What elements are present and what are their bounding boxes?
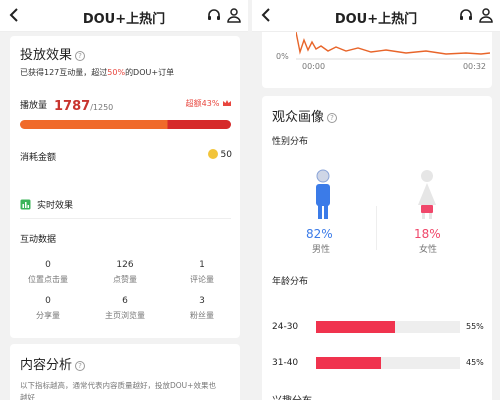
age-bar-fill: [316, 357, 381, 369]
cost-value: 50: [220, 150, 232, 160]
effect-title: 投放效果?: [20, 44, 86, 63]
help-icon[interactable]: ?: [75, 51, 86, 61]
plays-progress-fill: [20, 120, 231, 129]
summary-pct: 50%: [107, 68, 126, 77]
coin-icon: [207, 149, 218, 159]
headset-icon[interactable]: [206, 7, 222, 23]
interest-title: 兴趣分布: [272, 392, 312, 400]
cost-label: 消耗金额: [20, 153, 57, 163]
male-figure-icon: [316, 169, 330, 219]
stat-label: 评论量: [190, 275, 214, 284]
age-title: 年龄分布: [272, 277, 309, 287]
male-pct: 82%: [306, 227, 333, 241]
female-pct: 18%: [414, 227, 441, 241]
content-card: 内容分析? 以下指标越高，通常代表内容质量越好，投放DOU+效果也 越好: [10, 344, 240, 400]
cost-group: 50: [207, 149, 232, 160]
plays-label: 播放量: [20, 101, 48, 111]
effect-card: 投放效果? 已获得127互动量，超过50%的DOU+订单 播放量 1787/12…: [10, 36, 240, 338]
right-screen: DOU+上热门 0% 00:00 00:32 观众画像? 性别分布 82% 男性: [252, 0, 500, 400]
bar-chart-icon: [20, 199, 31, 210]
stat-label: 位置点击量: [28, 275, 68, 284]
chart-x-start: 00:00: [302, 62, 326, 71]
plays-value: 1787: [54, 99, 91, 114]
retention-chart-card: 0% 00:00 00:32: [262, 32, 492, 88]
user-icon[interactable]: [478, 7, 494, 23]
stat-value: 0: [45, 296, 51, 306]
summary-b: 的DOU+订单: [125, 68, 175, 77]
stat-value: 126: [116, 260, 134, 270]
effect-title-text: 投放效果: [20, 48, 73, 63]
plays-progress: [20, 120, 231, 129]
age-range: 24-30: [272, 322, 299, 332]
exceed-badge: 超额43%: [186, 98, 232, 109]
retention-line: [296, 32, 490, 60]
gender-title: 性别分布: [272, 137, 309, 147]
exceed-text: 超额43%: [185, 99, 220, 108]
age-bar-fill: [316, 321, 396, 333]
headset-icon[interactable]: [458, 7, 474, 23]
age-range: 31-40: [272, 358, 299, 368]
content-desc-2: 越好: [20, 393, 35, 400]
plays-value-group: 1787/1250: [54, 95, 113, 114]
content-title-text: 内容分析: [20, 358, 73, 373]
top-bar: DOU+上热门: [0, 0, 248, 32]
plays-target: /1250: [90, 103, 114, 112]
user-icon[interactable]: [226, 7, 242, 23]
divider: [20, 218, 231, 219]
chart-y-label: 0%: [276, 52, 289, 61]
chart-x-end: 00:32: [462, 62, 486, 71]
stat-value: 3: [199, 296, 205, 306]
realtime-row[interactable]: 实时效果: [20, 193, 73, 212]
female-label: 女性: [419, 245, 438, 255]
stat-label: 分享量: [36, 311, 60, 320]
age-pct: 45%: [466, 358, 484, 367]
stat-label: 点赞量: [113, 275, 137, 284]
summary-a: 已获得127互动量，超过: [20, 68, 108, 77]
audience-title: 观众画像?: [272, 106, 338, 125]
effect-summary: 已获得127互动量，超过50%的DOU+订单: [20, 67, 174, 78]
age-bar-track: [316, 321, 460, 333]
male-label: 男性: [312, 245, 331, 255]
interaction-title: 互动数据: [20, 235, 57, 245]
gender-divider: [376, 206, 377, 250]
audience-card: 观众画像? 性别分布 82% 男性 18% 女性 年龄分布 24-30 55% …: [262, 96, 492, 400]
realtime-label: 实时效果: [37, 201, 74, 211]
left-screen: DOU+上热门 投放效果? 已获得127互动量，超过50%的DOU+订单 播放量…: [0, 0, 248, 400]
age-pct: 55%: [466, 322, 484, 331]
female-figure-icon: [418, 170, 436, 219]
audience-title-text: 观众画像: [272, 110, 325, 125]
stat-value: 1: [199, 260, 205, 270]
crown-icon: [223, 100, 231, 106]
stat-value: 6: [122, 296, 128, 306]
age-bar-track: [316, 357, 460, 369]
content-title: 内容分析?: [20, 354, 86, 373]
stat-value: 0: [45, 260, 51, 270]
stat-label: 主页浏览量: [105, 311, 145, 320]
help-icon[interactable]: ?: [75, 361, 86, 371]
content-desc-1: 以下指标越高，通常代表内容质量越好，投放DOU+效果也: [20, 381, 216, 390]
stat-label: 粉丝量: [190, 311, 214, 320]
help-icon[interactable]: ?: [327, 113, 338, 123]
top-bar: DOU+上热门: [252, 0, 500, 32]
